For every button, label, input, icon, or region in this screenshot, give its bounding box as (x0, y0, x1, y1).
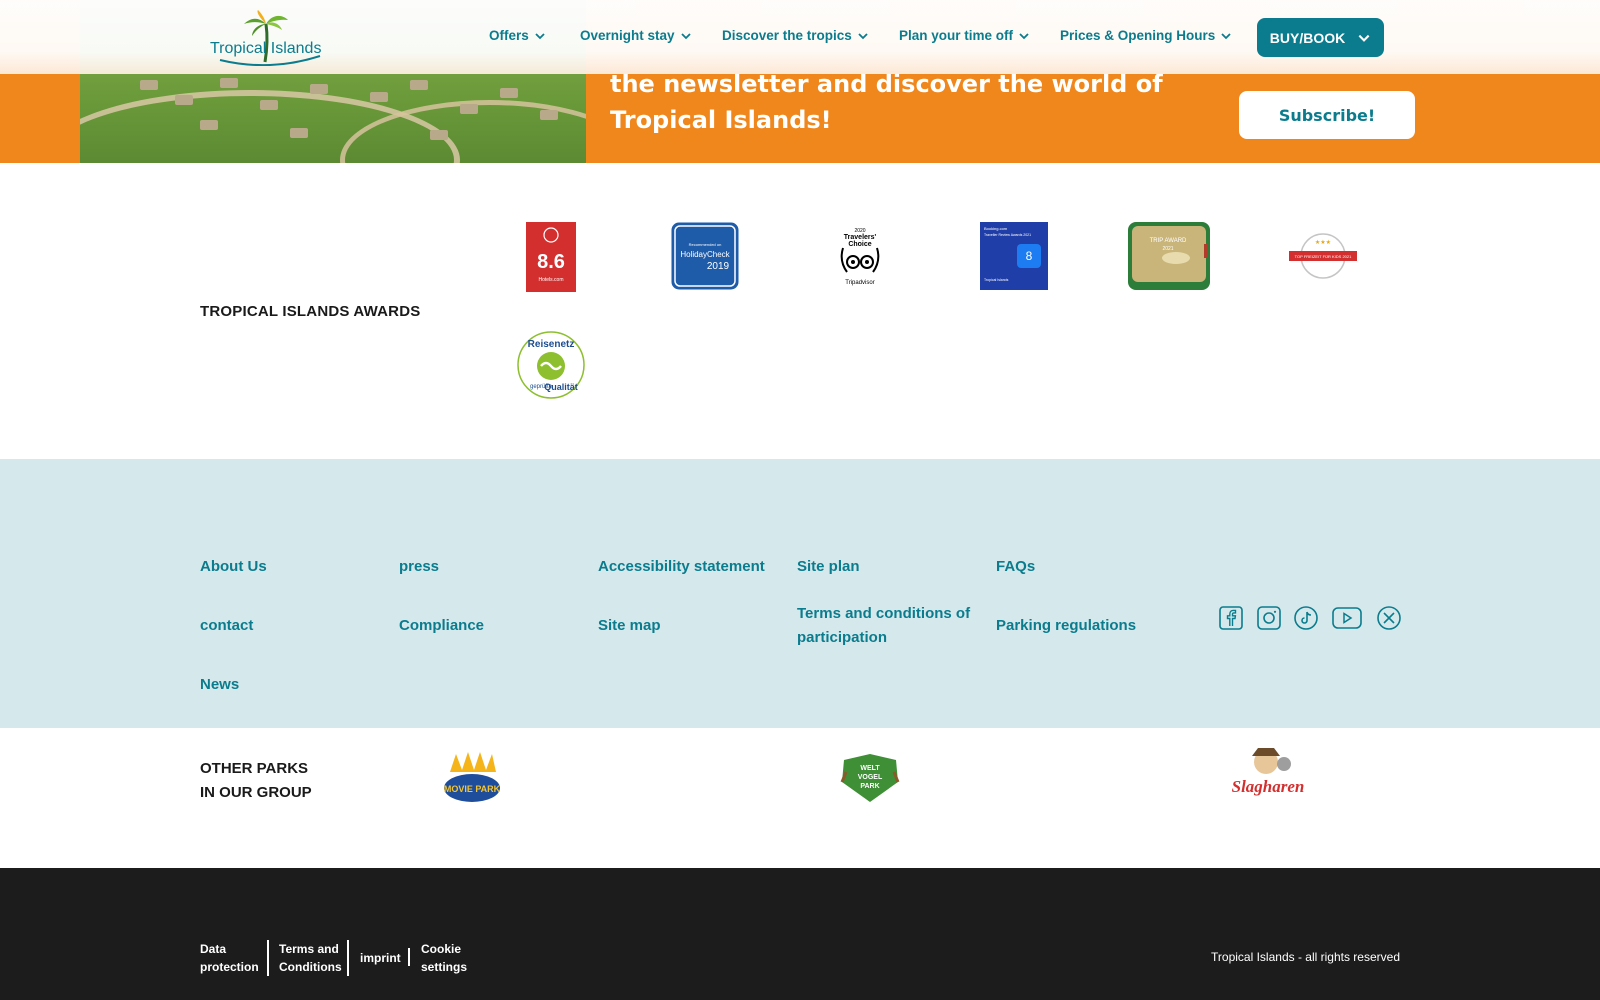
link-about-us[interactable]: About Us (200, 555, 267, 579)
other-parks-line1: OTHER PARKS (200, 760, 309, 777)
link-press[interactable]: press (399, 555, 439, 579)
chevron-down-icon (1221, 32, 1231, 39)
svg-text:★★★: ★★★ (1315, 239, 1331, 246)
nav-plan-label: Plan your time off (899, 28, 1014, 43)
chevron-down-icon (1358, 34, 1370, 42)
buy-book-label: BUY/BOOK (1269, 29, 1346, 46)
link-faqs[interactable]: FAQs (996, 555, 1035, 579)
svg-text:Traveller Review Awards 2021: Traveller Review Awards 2021 (984, 233, 1031, 237)
svg-text:8.6: 8.6 (537, 251, 565, 273)
link-site-map[interactable]: Site map (598, 614, 661, 638)
svg-text:Qualität: Qualität (544, 382, 578, 392)
svg-text:8: 8 (1026, 249, 1033, 263)
facebook-icon[interactable] (1219, 606, 1243, 630)
familien-award: ★★★ TOP FREIZEIT FÜR KIDS 2021 (1289, 233, 1357, 279)
terms-participation-line1: Terms and conditions of (797, 605, 971, 622)
footer-links-section (0, 459, 1600, 728)
bottom-bar (0, 868, 1600, 1000)
svg-text:Choice: Choice (848, 241, 871, 248)
reisenetz-quality-award: Reisenetz geprüfte Qualität (517, 331, 585, 399)
copyright-text: Tropical Islands - all rights reserved (1211, 950, 1400, 964)
separator (347, 940, 349, 976)
nav-overnight-label: Overnight stay (580, 28, 675, 43)
svg-text:Booking.com: Booking.com (984, 226, 1008, 231)
subscribe-button[interactable]: Subscribe! (1239, 91, 1415, 139)
link-data-protection[interactable]: Data protection (200, 940, 259, 976)
cookie-settings-line2: settings (421, 960, 468, 974)
svg-text:WELT: WELT (860, 765, 880, 772)
svg-text:2019: 2019 (707, 261, 730, 272)
x-twitter-icon[interactable] (1377, 606, 1401, 630)
svg-text:Travelers': Travelers' (844, 234, 877, 241)
terms-conditions-line2: Conditions (279, 960, 342, 974)
chevron-down-icon (680, 32, 691, 39)
data-protection-line2: protection (200, 960, 259, 974)
hotels-com-award: 8.6 Hotels.com (526, 222, 576, 292)
gold-trip-award: TRIP AWARD 2021 (1128, 222, 1210, 290)
nav-plan-time-off[interactable]: Plan your time off (899, 28, 1030, 43)
chevron-down-icon (858, 32, 868, 39)
terms-participation-line2: participation (797, 629, 888, 646)
link-cookie-settings[interactable]: Cookie settings (421, 940, 467, 976)
slagharen-logo[interactable]: Slagharen (1222, 746, 1314, 808)
svg-text:2021: 2021 (1162, 246, 1173, 252)
other-parks-title: OTHER PARKS IN OUR GROUP (200, 757, 312, 805)
data-protection-line1: Data (200, 942, 227, 956)
booking-com-award: Booking.com Traveller Review Awards 2021… (980, 222, 1048, 290)
svg-text:Slagharen: Slagharen (1232, 777, 1305, 796)
weltvogelpark-logo[interactable]: WELT VOGEL PARK (840, 752, 900, 804)
link-news[interactable]: News (200, 673, 239, 697)
separator (408, 948, 410, 966)
nav-prices-label: Prices & Opening Hours (1060, 28, 1216, 43)
svg-text:TRIP AWARD: TRIP AWARD (1150, 238, 1187, 244)
youtube-icon[interactable] (1332, 606, 1362, 630)
link-accessibility[interactable]: Accessibility statement (598, 555, 765, 579)
separator (267, 940, 269, 976)
link-terms-participation[interactable]: Terms and conditions of participation (797, 602, 970, 650)
logo-text: Tropical Islands (210, 40, 322, 57)
awards-title: TROPICAL ISLANDS AWARDS (200, 303, 421, 320)
instagram-icon[interactable] (1257, 606, 1281, 630)
holidaycheck-award: Recommended on HolidayCheck 2019 (671, 222, 739, 290)
svg-text:Hotels.com: Hotels.com (538, 277, 563, 283)
chevron-down-icon (535, 32, 545, 39)
link-contact[interactable]: contact (200, 614, 253, 638)
link-terms-conditions[interactable]: Terms and Conditions (279, 940, 342, 976)
link-imprint[interactable]: imprint (360, 949, 401, 967)
buy-book-button[interactable]: BUY/BOOK (1257, 18, 1384, 57)
svg-text:Reisenetz: Reisenetz (528, 339, 575, 350)
svg-text:PARK: PARK (860, 783, 879, 790)
link-site-plan[interactable]: Site plan (797, 555, 860, 579)
movie-park-logo[interactable]: MOVIE PARK (440, 750, 504, 810)
svg-text:TOP FREIZEIT FÜR KIDS 2021: TOP FREIZEIT FÜR KIDS 2021 (1295, 254, 1352, 259)
nav-overnight-stay[interactable]: Overnight stay (580, 28, 692, 43)
svg-text:Recommended on: Recommended on (689, 242, 722, 247)
svg-text:VOGEL: VOGEL (858, 774, 883, 781)
svg-text:Tropical Islands: Tropical Islands (984, 278, 1009, 282)
tripadvisor-award: 2020 Travelers' Choice Tripadvisor (840, 228, 880, 286)
link-parking-regulations[interactable]: Parking regulations (996, 614, 1136, 638)
nav-offers-label: Offers (489, 28, 529, 43)
nav-discover-tropics[interactable]: Discover the tropics (722, 28, 869, 43)
svg-text:MOVIE PARK: MOVIE PARK (444, 784, 501, 794)
chevron-down-icon (1019, 32, 1029, 39)
cookie-settings-line1: Cookie (421, 942, 462, 956)
link-compliance[interactable]: Compliance (399, 614, 484, 638)
newsletter-text: the newsletter and discover the world of… (610, 70, 1163, 134)
nav-prices-hours[interactable]: Prices & Opening Hours (1060, 28, 1232, 43)
svg-text:HolidayCheck: HolidayCheck (680, 250, 730, 259)
nav-offers[interactable]: Offers (489, 28, 546, 43)
terms-conditions-line1: Terms and (279, 942, 339, 956)
nav-discover-label: Discover the tropics (722, 28, 852, 43)
other-parks-line2: IN OUR GROUP (200, 784, 312, 801)
svg-text:Tripadvisor: Tripadvisor (845, 280, 874, 286)
site-header: Tropical Islands Offers Overnight stay D… (0, 0, 1600, 74)
tiktok-icon[interactable] (1294, 606, 1318, 630)
logo[interactable]: Tropical Islands (210, 10, 325, 67)
